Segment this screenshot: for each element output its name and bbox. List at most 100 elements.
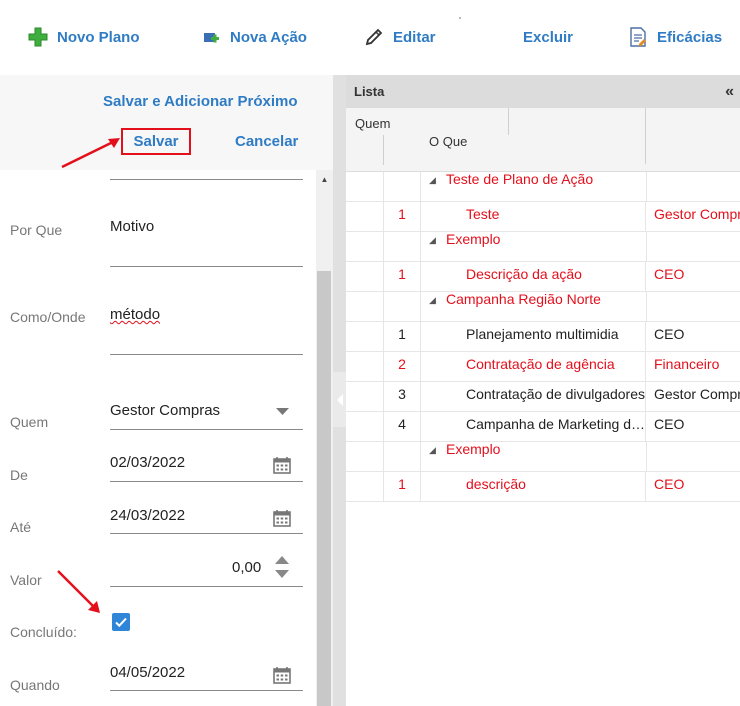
expand-triangle-icon[interactable]: ◢: [429, 175, 436, 186]
row-cell: [384, 232, 421, 262]
nova-acao-button[interactable]: Nova Ação: [201, 26, 307, 48]
de-date-input[interactable]: 02/03/2022: [110, 454, 185, 471]
table-row[interactable]: 1Teste Gestor Compras: [346, 202, 740, 232]
table-row[interactable]: 3 Contratação de divulgadores Gestor Compr…: [346, 382, 740, 412]
como-onde-input[interactable]: método: [110, 306, 160, 323]
column-header-oque[interactable]: O Que: [429, 134, 467, 149]
toolbar: Novo Plano Nova Ação Editar Excluir Efic…: [0, 0, 740, 75]
table-row[interactable]: 2 Contratação de agência Financeiro: [346, 352, 740, 382]
scroll-up-arrow-icon[interactable]: ▲: [316, 172, 333, 186]
group-row[interactable]: ◢ Exemplo: [346, 442, 740, 472]
editar-label: Editar: [393, 28, 436, 46]
chevron-left-icon: [336, 393, 343, 406]
quem-underline: [110, 429, 303, 430]
table-row[interactable]: 1 descrição CEO: [346, 472, 740, 502]
salvar-adicionar-link[interactable]: Salvar e Adicionar Próximo: [103, 93, 298, 110]
row-cell: [346, 442, 384, 472]
pencil-icon: [364, 27, 384, 47]
header-separator: [508, 108, 509, 135]
calendar-icon[interactable]: [273, 509, 291, 527]
column-header-quem[interactable]: Quem: [355, 116, 390, 131]
cancelar-link[interactable]: Cancelar: [235, 133, 298, 150]
row-cell: [346, 352, 384, 382]
grid-title: Lista: [354, 84, 385, 99]
row-cell: [346, 232, 384, 262]
add-action-icon: [201, 27, 221, 47]
quem-select[interactable]: Gestor Compras: [110, 402, 220, 419]
expand-triangle-icon[interactable]: ◢: [429, 445, 436, 456]
row-number: 1: [384, 262, 421, 292]
row-who: Financeiro: [654, 356, 720, 372]
row-cell: [384, 442, 421, 472]
nova-acao-label: Nova Ação: [230, 28, 307, 46]
editar-button[interactable]: Editar: [364, 26, 436, 48]
row-number: 1: [384, 322, 421, 352]
excluir-button[interactable]: Excluir: [523, 26, 573, 48]
table-row[interactable]: 1 Descrição da ação CEO: [346, 262, 740, 292]
de-underline: [110, 481, 303, 482]
row-cell: [346, 172, 384, 202]
expand-triangle-icon[interactable]: ◢: [429, 235, 436, 246]
row-who: CEO: [654, 326, 685, 342]
row-cell: [346, 472, 384, 502]
quando-underline: [110, 690, 303, 691]
eficacias-label: Eficácias: [657, 28, 723, 46]
por-que-input[interactable]: Motivo: [110, 218, 154, 235]
eficacias-button[interactable]: Eficácias: [628, 26, 722, 48]
row-who: CEO: [654, 266, 685, 282]
salvar-button[interactable]: Salvar: [121, 128, 191, 155]
splitter-handle[interactable]: [333, 372, 346, 427]
row-cell: [646, 442, 740, 472]
annotation-arrow-salvar: [61, 138, 120, 169]
grid-title-bar: Lista «: [346, 75, 740, 108]
valor-input[interactable]: 0,00: [232, 559, 261, 576]
row-cell: [346, 292, 384, 322]
salvar-label: Salvar: [133, 133, 179, 150]
calendar-icon[interactable]: [273, 666, 291, 684]
form-area: Por Que Motivo Como/Onde método Quem Ges…: [0, 170, 316, 706]
ate-underline: [110, 533, 303, 534]
row-what: Planejamento multimidia: [421, 322, 646, 352]
row-cell: [346, 322, 384, 352]
concluido-label: Concluído:: [10, 624, 77, 640]
novo-plano-button[interactable]: Novo Plano: [28, 26, 140, 48]
row-cell: [346, 382, 384, 412]
como-onde-underline: [110, 354, 303, 355]
por-que-label: Por Que: [10, 222, 63, 238]
ate-date-input[interactable]: 24/03/2022: [110, 507, 185, 524]
form-actions-panel: [0, 75, 333, 170]
ate-label: Até: [10, 519, 32, 535]
row-what: Descrição da ação: [421, 262, 646, 292]
row-who: CEO: [654, 416, 685, 432]
scrollbar-thumb[interactable]: [317, 271, 331, 706]
row-number: 1: [384, 472, 421, 502]
group-row[interactable]: ◢ Teste de Plano de Ação: [346, 172, 740, 202]
row-cell: [646, 292, 740, 322]
concluido-checkbox[interactable]: [112, 613, 130, 631]
table-row[interactable]: 4 Campanha de Marketing digital CEO: [346, 412, 740, 442]
checkmark-icon: [115, 617, 127, 628]
row-what: Teste: [421, 202, 646, 232]
row-cell: [346, 412, 384, 442]
quem-label: Quem: [10, 414, 49, 430]
group-row[interactable]: ◢ Exemplo: [346, 232, 740, 262]
por-que-underline: [110, 266, 303, 267]
row-what: descrição: [421, 472, 646, 502]
calendar-icon[interactable]: [273, 456, 291, 474]
chevron-down-icon[interactable]: [276, 408, 289, 416]
row-who: Gestor Compras: [654, 386, 740, 402]
group-row[interactable]: ◢ Campanha Região Norte: [346, 292, 740, 322]
row-cell: [384, 292, 421, 322]
row-number: 4: [384, 412, 421, 442]
row-cell: [346, 202, 384, 232]
valor-underline: [110, 586, 303, 587]
row-cell: [646, 172, 740, 202]
numeric-stepper-icon[interactable]: [275, 556, 289, 580]
table-row[interactable]: 1 Planejamento multimidia CEO: [346, 322, 740, 352]
annotation-arrow-concluido: [57, 570, 100, 613]
divider-dot: [459, 17, 461, 19]
double-chevron-left-icon[interactable]: «: [725, 83, 734, 101]
expand-triangle-icon[interactable]: ◢: [429, 295, 436, 306]
header-separator: [645, 108, 646, 164]
quando-date-input[interactable]: 04/05/2022: [110, 664, 185, 681]
